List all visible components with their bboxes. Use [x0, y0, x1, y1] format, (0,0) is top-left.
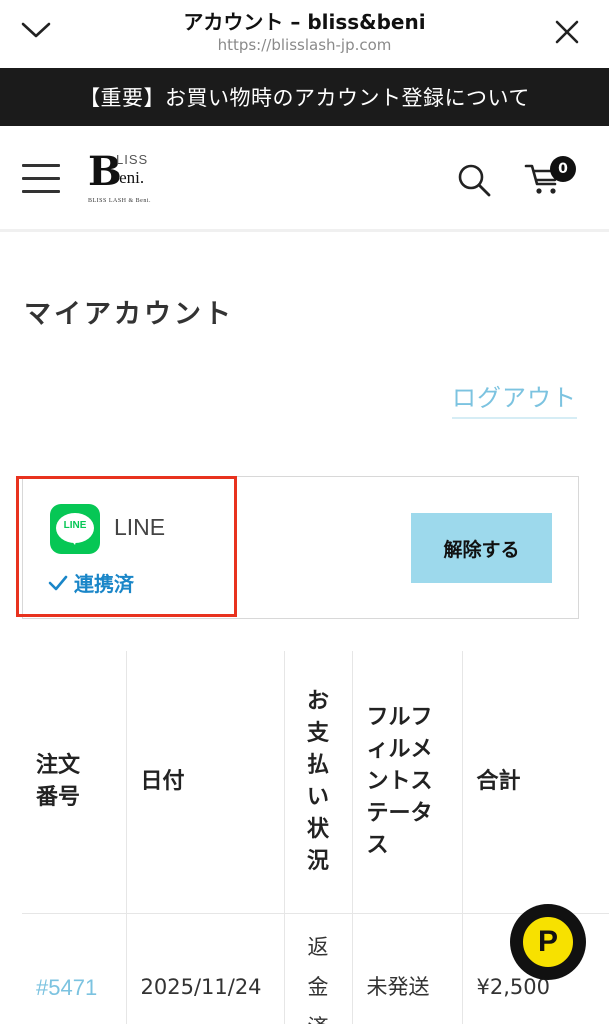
logo-bottom-text: 'eni. — [116, 168, 145, 187]
cell-date: 2025/11/24 — [126, 913, 285, 1024]
cell-payment-status: 返金済 — [284, 913, 353, 1024]
unlink-button[interactable]: 解除する — [411, 513, 552, 583]
cart-count-badge: 0 — [550, 156, 576, 182]
logout-link[interactable]: ログアウト — [452, 378, 577, 419]
browser-bar: アカウント – bliss&beni https://blisslash-jp.… — [0, 0, 609, 68]
order-link[interactable]: #5471 — [36, 975, 97, 1000]
site-logo[interactable]: B LISS 'eni. BLISS LASH & Beni. — [86, 148, 166, 212]
line-logo-icon: LINE — [50, 504, 100, 554]
header-fulfillment-status: フルフィルメントステータス — [352, 651, 463, 914]
browser-title: アカウント – bliss&beni — [183, 10, 426, 34]
search-icon[interactable] — [456, 162, 492, 198]
check-icon — [48, 575, 68, 590]
line-linked-label: 連携済 — [74, 572, 134, 596]
menu-icon[interactable] — [22, 164, 60, 194]
cell-order-no[interactable]: #5471 — [22, 913, 127, 1024]
points-icon: P — [520, 914, 576, 970]
line-linked-status: 連携済 — [48, 568, 134, 597]
header-date: 日付 — [126, 651, 285, 914]
header-order-no: 注文番号 — [22, 651, 127, 914]
browser-url[interactable]: https://blisslash-jp.com — [0, 36, 609, 54]
logo-subtitle: BLISS LASH & Beni. — [88, 198, 152, 204]
site-header: B LISS 'eni. BLISS LASH & Beni. — [0, 126, 609, 232]
announcement-text[interactable]: 【重要】お買い物時のアカウント登録について — [79, 82, 530, 112]
line-logo-text: LINE — [63, 520, 87, 531]
cell-fulfillment-status: 未発送 — [352, 913, 463, 1024]
close-icon[interactable] — [553, 18, 581, 46]
header-total: 合計 — [462, 651, 609, 914]
page-title: マイアカウント — [24, 299, 234, 330]
line-service-name: LINE — [114, 514, 166, 540]
logo-top-text: LISS — [116, 152, 149, 167]
orders-table-header: 注文番号 日付 お支払い状況 フルフィルメントステータス 合計 — [22, 651, 609, 914]
points-button[interactable]: P — [510, 904, 586, 980]
announcement-bar[interactable]: 【重要】お買い物時のアカウント登録について — [0, 68, 609, 126]
header-payment-status: お支払い状況 — [284, 651, 353, 914]
